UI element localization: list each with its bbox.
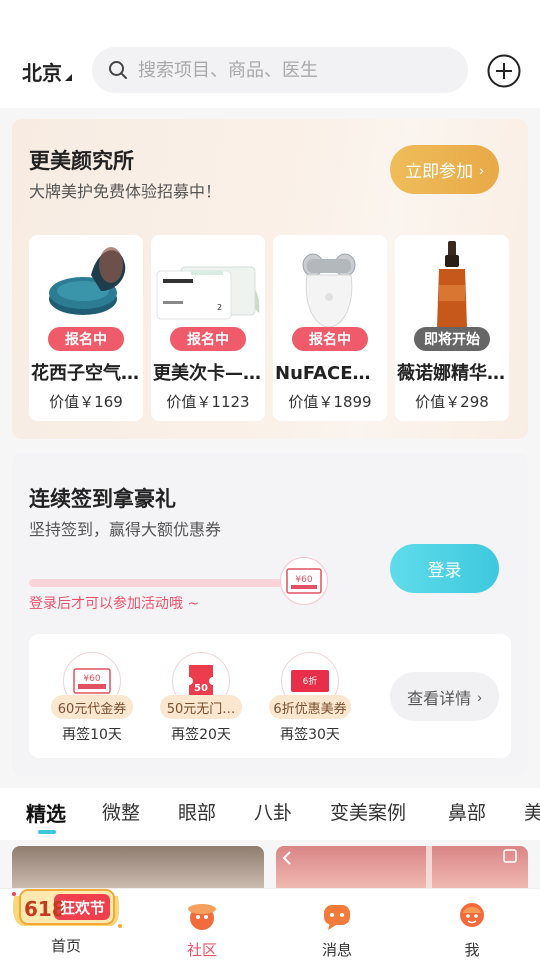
product-list: 报名中 花西子空气… 价值￥169 2 报名中 更美次卡—… 价值￥1123 报… [29,235,509,421]
tab-more[interactable]: 美 [524,798,540,825]
tab-nose[interactable]: 鼻部 [448,798,486,825]
reward-item[interactable]: ¥60 60元代金券 再签10天 [51,650,135,750]
signin-title: 连续签到拿豪礼 [29,487,176,511]
nav-label: 社区 [186,941,217,959]
svg-text:¥60: ¥60 [83,674,100,684]
feed-card[interactable] [276,846,528,894]
signin-progress-bar [29,579,282,587]
signin-subtitle: 坚持签到，赢得大额优惠券 [29,520,222,539]
join-now-button[interactable]: 立即参加 › [390,145,499,194]
rewards-panel: ¥60 60元代金券 再签10天 50 50元无门… 再签20天 6折 6折优惠… [29,634,511,758]
product-price: 价值￥1899 [288,393,372,411]
reward-days: 再签10天 [62,727,122,743]
signin-card: 连续签到拿豪礼 坚持签到，赢得大额优惠券 ¥60 登录后才可以参加活动哦 ~ 登… [12,453,528,776]
product-name: 花西子空气… [31,363,139,384]
login-hint: 登录后才可以参加活动哦 ~ [29,596,200,612]
reward-days: 再签30天 [280,727,340,743]
product-price: 价值￥298 [415,393,489,411]
product-card[interactable]: 报名中 NuFACE美… 价值￥1899 [273,235,387,421]
status-badge: 报名中 [170,327,246,351]
view-details-button[interactable]: 查看详情 › [390,672,499,721]
product-name: 薇诺娜精华… [397,363,505,384]
active-tab-indicator [38,830,56,834]
face-device-image [302,253,356,327]
reward-label: 50元无门… [160,695,242,719]
login-button[interactable]: 登录 [390,544,499,593]
reward-label: 6折优惠美券 [269,695,351,719]
chevron-right-icon: › [477,688,482,705]
status-badge: 报名中 [292,327,368,351]
chevron-right-icon: › [479,161,484,178]
dropdown-triangle-icon [65,74,72,81]
product-price: 价值￥169 [49,393,123,411]
product-name: 更美次卡—… [153,363,261,384]
product-name: NuFACE美… [275,363,387,384]
festival-badge-icon: 618 狂欢节 [12,889,122,928]
product-price: 价值￥1123 [166,393,250,411]
svg-text:6折: 6折 [303,675,318,687]
reward-days: 再签20天 [171,727,231,743]
product-card[interactable]: 即将开始 薇诺娜精华… 价值￥298 [395,235,509,421]
svg-text:2: 2 [217,303,222,312]
join-label: 立即参加 [405,162,474,181]
top-bar: 北京 [0,0,540,108]
status-badge: 报名中 [48,327,124,351]
tab-micro-plastic[interactable]: 微整 [102,798,140,825]
coupon-ticket-icon: ¥60 [286,568,322,594]
lab-subtitle: 大牌美护免费体验招募中！ [29,182,222,201]
city-label: 北京 [22,61,62,85]
nav-me[interactable]: 我 [432,899,512,960]
nav-label: 消息 [321,941,352,959]
svg-text:¥60: ¥60 [295,575,312,585]
svg-text:50: 50 [194,683,208,694]
status-badge: 即将开始 [414,327,490,351]
profile-icon [460,903,484,927]
membership-card-image: 2 [156,266,260,320]
nav-label: 我 [464,941,480,959]
message-icon [324,905,350,930]
reward-label: 60元代金券 [51,695,133,719]
product-card[interactable]: 2 报名中 更美次卡—… 价值￥1123 [151,235,265,421]
chevron-left-icon [282,851,291,865]
beauty-lab-card[interactable]: 更美颜究所 大牌美护免费体验招募中！ 立即参加 › 报名中 花西子空气… 价值￥… [12,119,528,439]
city-selector[interactable]: 北京 [22,57,72,86]
community-icon [188,904,216,930]
nav-label: 首页 [50,937,81,955]
tab-eyes[interactable]: 眼部 [178,798,216,825]
serum-bottle-image [437,241,467,327]
search-bar[interactable] [92,47,468,93]
app-screen: 北京 更美颜究所 大牌美护免费体验招募中！ 立即参加 › [0,0,540,960]
tab-featured[interactable]: 精选 [26,798,66,827]
nav-messages[interactable]: 消息 [297,899,377,960]
svg-text:狂欢节: 狂欢节 [60,899,105,917]
feed-card-overlay [282,846,517,894]
category-tabs: 精选 微整 眼部 八卦 变美案例 鼻部 美 [0,788,540,840]
nav-community[interactable]: 社区 [162,899,242,960]
tab-gossip[interactable]: 八卦 [254,798,292,825]
lab-title: 更美颜究所 [29,149,134,173]
plus-circle-icon[interactable] [487,54,521,88]
details-label: 查看详情 [407,690,472,708]
cushion-compact-image [49,247,126,315]
tab-cases[interactable]: 变美案例 [330,798,406,825]
search-input[interactable] [138,59,438,81]
reward-item[interactable]: 50 50元无门… 再签20天 [160,650,244,750]
share-icon [503,849,517,863]
coupon-icon: ¥60 [280,557,328,605]
promo-618-badge[interactable]: 618 狂欢节 [8,882,126,934]
search-icon [109,61,127,79]
reward-item[interactable]: 6折 6折优惠美券 再签30天 [269,650,353,750]
product-card[interactable]: 报名中 花西子空气… 价值￥169 [29,235,143,421]
